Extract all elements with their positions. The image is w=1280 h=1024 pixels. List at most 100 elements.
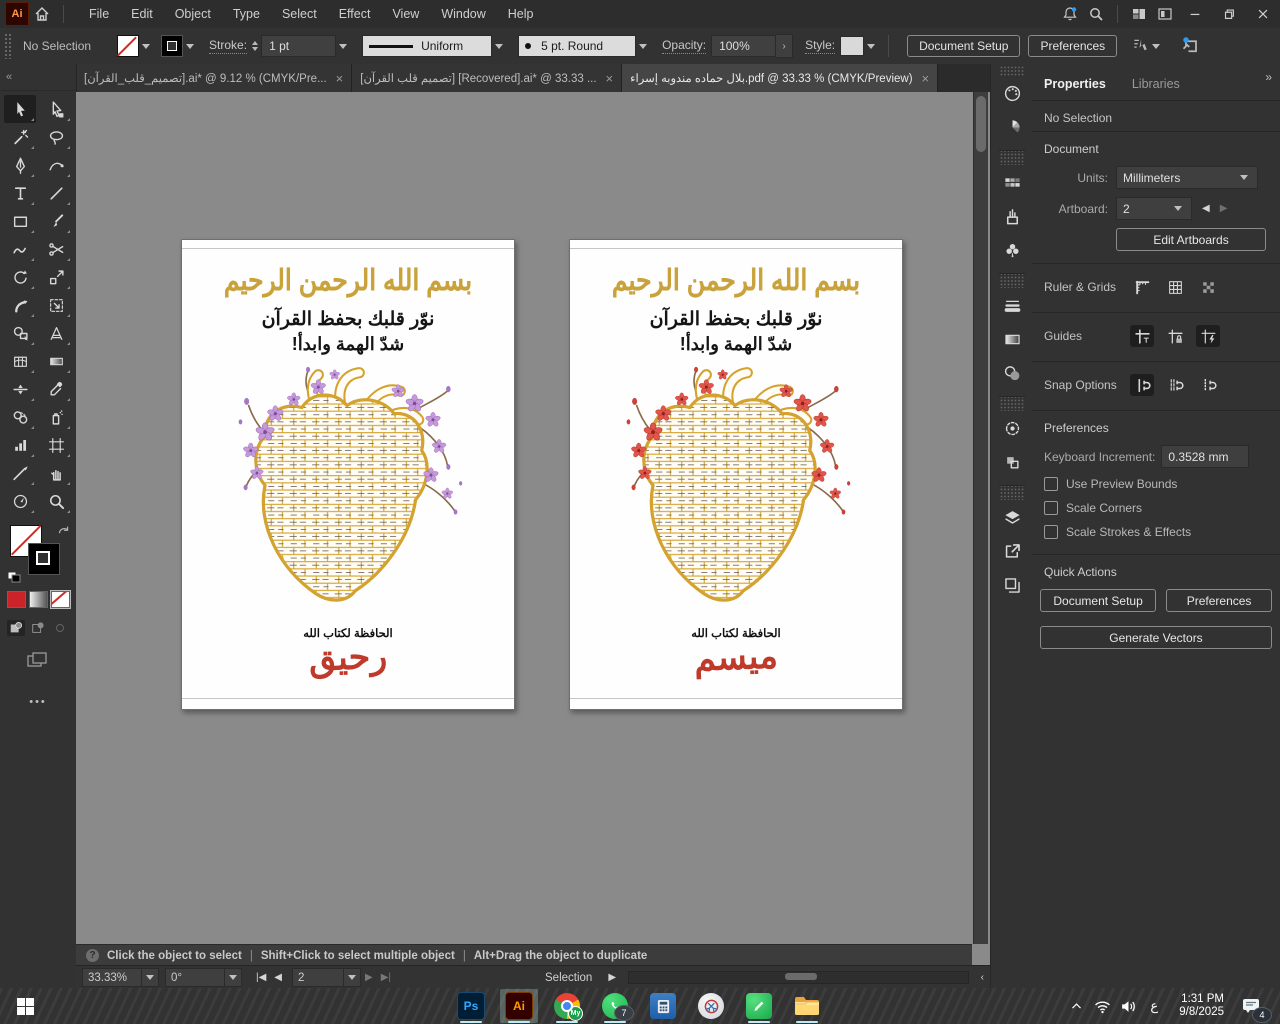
edit-toolbar-icon[interactable]: ••• <box>0 696 76 708</box>
magic-wand-tool[interactable] <box>4 123 36 151</box>
close-tab-icon[interactable]: × <box>606 72 614 85</box>
scroll-left-icon[interactable]: ‹ <box>981 972 984 983</box>
dock-grip[interactable] <box>999 485 1025 500</box>
paintbrush-tool[interactable] <box>40 207 72 235</box>
draw-behind-icon[interactable] <box>29 620 47 636</box>
canvas[interactable]: بسم الله الرحمن الرحيم نوّر قلبك بحفظ ال… <box>76 92 990 988</box>
workspace-switcher-icon[interactable] <box>1126 2 1152 26</box>
taskbar-file-explorer-icon[interactable] <box>788 989 826 1023</box>
brushes-panel-icon[interactable] <box>991 199 1033 233</box>
menu-type[interactable]: Type <box>224 4 269 24</box>
use-preview-bounds-checkbox[interactable] <box>1044 477 1058 491</box>
document-setup-button[interactable]: Document Setup <box>907 35 1021 57</box>
opacity-label[interactable]: Opacity: <box>662 38 707 54</box>
rectangle-tool[interactable] <box>4 207 36 235</box>
brush-select[interactable]: 5 pt. Round <box>518 35 637 57</box>
snap-to-point-icon[interactable] <box>1130 374 1154 396</box>
stroke-label[interactable]: Stroke: <box>209 38 248 54</box>
type-tool[interactable] <box>4 179 36 207</box>
volume-icon[interactable] <box>1115 989 1141 1023</box>
transparency-panel-icon[interactable] <box>991 356 1033 390</box>
stroke-color-swatch[interactable] <box>161 35 184 57</box>
rotate-view-tool[interactable] <box>4 487 36 515</box>
symbols-panel-icon[interactable] <box>991 233 1033 267</box>
export-panel-icon[interactable] <box>991 534 1033 568</box>
stroke-proxy-swatch[interactable] <box>28 543 60 575</box>
notification-center-icon[interactable]: 4 <box>1234 989 1272 1023</box>
tray-chevron-up-icon[interactable] <box>1063 989 1089 1023</box>
scissors-tool[interactable] <box>40 235 72 263</box>
curvature-tool[interactable] <box>40 151 72 179</box>
status-flyout-icon[interactable]: ▶ <box>608 972 616 983</box>
stroke-dropdown-chevron-icon[interactable] <box>183 36 197 56</box>
arrange-documents-icon[interactable] <box>1152 2 1178 26</box>
rotation-field[interactable]: 0° <box>165 968 225 987</box>
taskbar-calculator-icon[interactable] <box>644 989 682 1023</box>
width-tool[interactable] <box>4 375 36 403</box>
style-label[interactable]: Style: <box>805 38 836 54</box>
panel-grip[interactable] <box>4 33 11 59</box>
taskbar-clock[interactable]: 1:31 PM 9/8/2025 <box>1179 993 1224 1019</box>
search-icon[interactable] <box>1083 2 1109 26</box>
pen-tool[interactable] <box>4 151 36 179</box>
gradient-panel-icon[interactable] <box>991 322 1033 356</box>
previous-artboard-arrow-icon[interactable]: ◀ <box>1202 203 1210 214</box>
dock-grip[interactable] <box>999 396 1025 411</box>
symbol-sprayer-tool[interactable] <box>40 403 72 431</box>
artboard-2[interactable]: بسم الله الرحمن الرحيم نوّر قلبك بحفظ ال… <box>569 239 903 710</box>
width-profile-chevron-icon[interactable] <box>492 36 506 56</box>
warp-tool[interactable] <box>4 291 36 319</box>
last-artboard-icon[interactable]: ▶| <box>381 972 391 983</box>
close-tab-icon[interactable]: × <box>922 72 930 85</box>
rotation-chevron-icon[interactable] <box>225 968 242 987</box>
horizontal-scrollbar-thumb[interactable] <box>784 973 817 980</box>
language-indicator[interactable]: ع <box>1141 989 1167 1023</box>
collapse-toolbar-icon[interactable]: « <box>6 71 12 83</box>
first-artboard-icon[interactable]: |◀ <box>256 972 266 983</box>
show-rulers-icon[interactable] <box>1130 276 1154 298</box>
style-chevron-icon[interactable] <box>864 36 878 56</box>
horizontal-scrollbar[interactable] <box>628 971 969 984</box>
select-similar-chevron-icon[interactable] <box>1149 36 1163 56</box>
taskbar-photoshop-icon[interactable]: Ps <box>452 989 490 1023</box>
menu-help[interactable]: Help <box>499 4 543 24</box>
scale-strokes-effects-checkbox[interactable] <box>1044 525 1058 539</box>
menu-window[interactable]: Window <box>432 4 494 24</box>
select-similar-options[interactable] <box>1131 36 1163 56</box>
snap-to-pixel-icon[interactable] <box>1196 374 1220 396</box>
fill-color-swatch[interactable] <box>117 35 140 57</box>
menu-object[interactable]: Object <box>166 4 220 24</box>
artboard-nav-chevron-icon[interactable] <box>344 968 361 987</box>
notifications-bell-icon[interactable] <box>1057 2 1083 26</box>
show-grid-icon[interactable] <box>1163 276 1187 298</box>
illustrator-logo-icon[interactable]: Ai <box>5 2 29 26</box>
smart-guides-icon[interactable] <box>1196 325 1220 347</box>
collapse-panel-icon[interactable]: » <box>1265 70 1272 84</box>
graphic-styles-panel-icon[interactable] <box>991 445 1033 479</box>
close-tab-icon[interactable]: × <box>336 72 344 85</box>
menu-view[interactable]: View <box>383 4 428 24</box>
qa-preferences-button[interactable]: Preferences <box>1166 589 1272 612</box>
next-artboard-icon[interactable]: ▶ <box>365 972 373 983</box>
stroke-panel-icon[interactable] <box>991 288 1033 322</box>
restore-button[interactable] <box>1212 1 1246 28</box>
start-button[interactable] <box>6 989 44 1023</box>
none-button[interactable] <box>49 590 71 609</box>
dock-grip[interactable] <box>999 66 1025 76</box>
previous-artboard-icon[interactable]: ◀ <box>274 972 282 983</box>
screen-mode-button[interactable] <box>0 652 76 670</box>
blend-tool[interactable] <box>4 403 36 431</box>
swatches-panel-icon[interactable] <box>991 165 1033 199</box>
menu-edit[interactable]: Edit <box>122 4 162 24</box>
taskbar-chrome-icon[interactable]: My <box>548 989 586 1023</box>
rotate-tool[interactable] <box>4 263 36 291</box>
scale-corners-checkbox[interactable] <box>1044 501 1058 515</box>
qa-document-setup-button[interactable]: Document Setup <box>1040 589 1157 612</box>
zoom-tool[interactable] <box>40 487 72 515</box>
draw-inside-icon[interactable] <box>51 620 69 636</box>
lock-guides-icon[interactable] <box>1163 325 1187 347</box>
keyboard-increment-field[interactable]: 0.3528 mm <box>1161 445 1250 468</box>
default-fill-stroke-icon[interactable] <box>7 570 21 583</box>
stroke-weight-stepper[interactable] <box>252 41 259 51</box>
dock-grip[interactable] <box>999 150 1025 165</box>
